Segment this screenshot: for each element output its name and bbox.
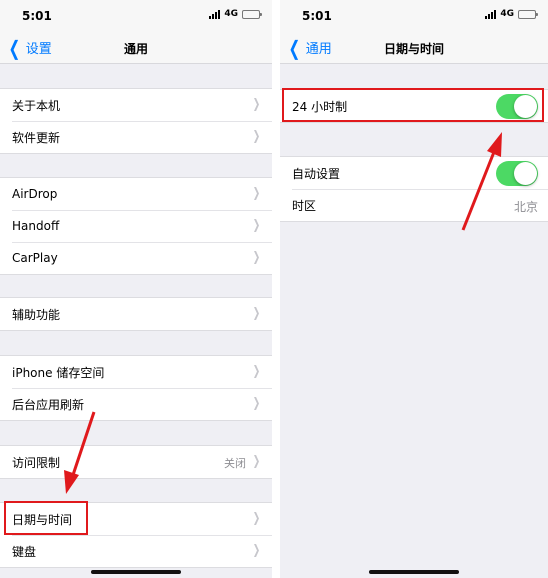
date-time-screen: 5:01 4G ❮ 通用 日期与时间 24 小时制 自动设置 时区 北京: [280, 0, 548, 578]
general-settings-screen: 5:01 4G ❮ 设置 通用 关于本机 ❯ 软件更新 ❯ AirDrop ❯ Han…: [0, 0, 272, 578]
arrow-head: [487, 132, 502, 157]
arrow-shaft: [461, 151, 496, 231]
home-indicator[interactable]: [91, 570, 181, 574]
annotation-arrow: [64, 411, 96, 494]
arrow-head: [64, 470, 79, 494]
home-indicator[interactable]: [369, 570, 459, 574]
annotation-arrow: [461, 132, 502, 231]
panel-divider: [272, 0, 280, 578]
arrow-shaft: [70, 411, 96, 479]
